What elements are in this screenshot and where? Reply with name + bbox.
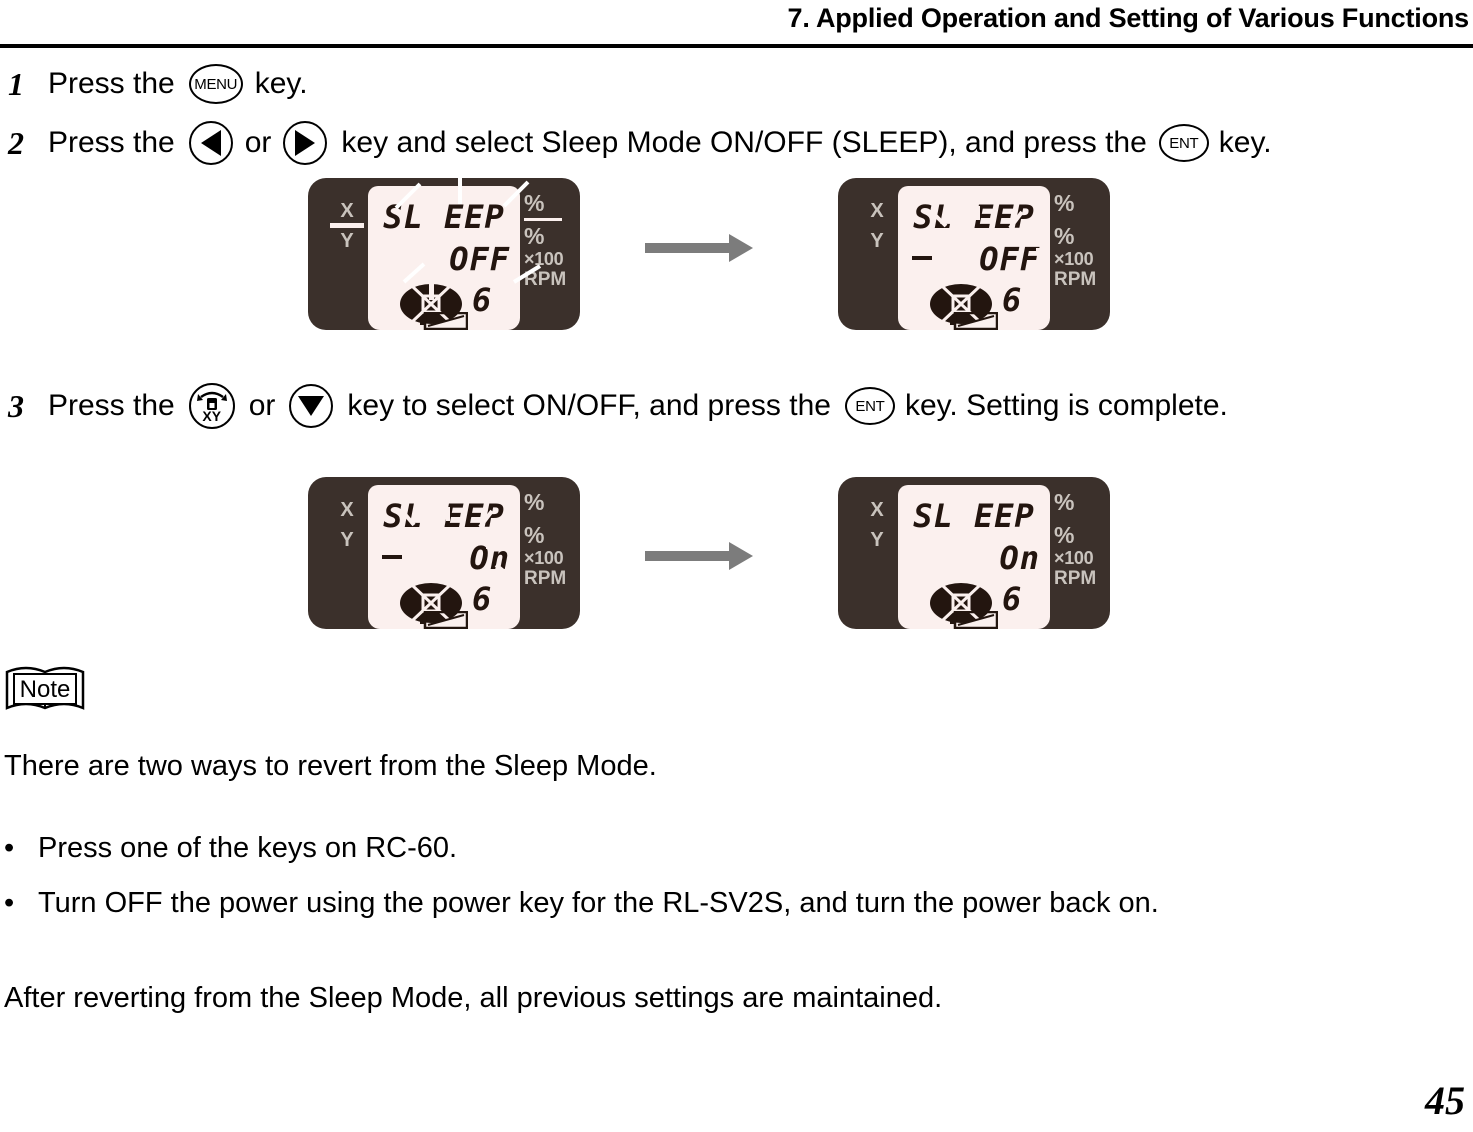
step-2-text-middle: or [244, 126, 272, 159]
xy-key-icon[interactable]: XY [188, 383, 235, 429]
battery-icon [420, 611, 468, 629]
lcd-line1: SL EEP [913, 497, 1035, 535]
note-label: Note [20, 676, 71, 703]
axis-labels: X Y [860, 495, 894, 555]
unit-labels: % % ×100 RPM [524, 489, 580, 589]
xy-key-label: XY [202, 408, 222, 424]
right-arrow-key-icon[interactable] [283, 121, 328, 165]
step-1-text-before: Press the [48, 67, 175, 100]
lcd-speed-value: 6 [1002, 281, 1022, 319]
note-intro-text: There are two ways to revert from the Sl… [4, 750, 657, 782]
step-3-text-middle: or [248, 389, 276, 422]
step-2-text-end: key. [1218, 126, 1272, 159]
page-header: 7. Applied Operation and Setting of Vari… [0, 2, 1473, 48]
x-axis-label: X [870, 499, 884, 521]
percent-top-label: % [1054, 489, 1075, 515]
unit-labels: % % ×100 RPM [1054, 489, 1110, 589]
lcd-line2: On [999, 539, 1040, 577]
percent-bottom-label: % [524, 522, 545, 548]
callout-leader-lines [394, 172, 542, 284]
ent-key-icon[interactable]: ENT [844, 387, 895, 425]
step-3-text-before: Press the [48, 389, 175, 422]
rpm-label: RPM [1054, 568, 1097, 589]
step-3: 3 Press the XY or key to select ON/OFF, … [8, 383, 1228, 429]
display-step2-after: X Y SL EEP OFF 6 % % ×100 RPM [838, 178, 1110, 330]
note-bullet-1: • Press one of the keys on RC-60. [4, 832, 457, 865]
bullet-marker: • [4, 887, 15, 919]
multiplier-label: ×100 [524, 548, 564, 568]
left-arrow-key-icon[interactable] [188, 121, 233, 165]
lcd-screen: SL EEP On 6 [898, 485, 1050, 629]
note-bullet-2: • Turn OFF the power using the power key… [4, 887, 1159, 920]
lcd-minus-sign [912, 256, 932, 260]
page-title: 7. Applied Operation and Setting of Vari… [787, 3, 1470, 33]
y-axis-label: Y [870, 529, 884, 551]
display-step3-after: X Y SL EEP On 6 % % ×100 RPM [838, 477, 1110, 629]
note-bullet-1-text: Press one of the keys on RC-60. [38, 832, 458, 864]
multiplier-label: ×100 [1054, 249, 1094, 269]
unit-labels: % % ×100 RPM [1054, 190, 1110, 290]
percent-bottom-label: % [1054, 522, 1075, 548]
bullet-marker: • [4, 832, 15, 864]
triangle-left-icon [200, 130, 221, 156]
lcd-line1: SL EEP [383, 497, 505, 535]
menu-key-icon[interactable]: MENU [188, 64, 243, 104]
step-2-text: Press the or key and select Sleep Mode O… [48, 121, 1272, 165]
lcd-speed-value: 6 [472, 580, 492, 618]
multiplier-label: ×100 [1054, 548, 1094, 568]
lcd-line1: SL EEP [913, 198, 1035, 236]
page-number: 45 [1425, 1078, 1465, 1123]
step-1: 1 Press the MENU key. [8, 64, 308, 104]
step-3-number: 3 [8, 387, 24, 424]
battery-icon [950, 611, 998, 629]
x-axis-label: X [340, 499, 354, 521]
lcd-screen: SL EEP On 6 [368, 485, 520, 629]
note-closing-text: After reverting from the Sleep Mode, all… [4, 982, 943, 1014]
rpm-label: RPM [1054, 269, 1097, 290]
y-axis-label: Y [340, 529, 354, 551]
header-divider [0, 44, 1473, 48]
flow-arrow-step3 [645, 542, 753, 570]
step-2: 2 Press the or key and select Sleep Mode… [8, 121, 1272, 165]
step-1-number: 1 [8, 65, 24, 102]
note-bullet-2-text: Turn OFF the power using the power key f… [38, 887, 1159, 919]
note-book-icon: Note [5, 666, 85, 710]
lcd-screen: SL EEP OFF 6 [898, 186, 1050, 330]
step-1-text: Press the MENU key. [48, 64, 308, 104]
step-2-text-before: Press the [48, 126, 175, 159]
step-3-text: Press the XY or key to select ON/OFF, an… [48, 383, 1228, 429]
percent-bottom-label: % [1054, 223, 1075, 249]
lcd-minus-sign [382, 555, 402, 559]
step-2-text-after: key and select Sleep Mode ON/OFF (SLEEP)… [341, 126, 1147, 159]
percent-top-label: % [524, 489, 545, 515]
percent-top-label: % [1054, 190, 1075, 216]
battery-icon [950, 312, 998, 330]
y-axis-label: Y [870, 230, 884, 252]
flow-arrow-step2 [645, 234, 753, 262]
triangle-right-icon [295, 130, 316, 156]
triangle-down-icon [298, 396, 325, 416]
axis-labels: X Y [330, 495, 364, 555]
x-axis-label: X [870, 200, 884, 222]
down-arrow-key-icon[interactable] [289, 384, 334, 428]
rpm-label: RPM [524, 568, 567, 589]
display-step3-before: X Y SL EEP On 6 % % ×100 RPM [308, 477, 580, 629]
axis-labels: X Y [860, 196, 894, 256]
display-step2-before: X Y SL EEP OFF 6 % % ×100 RPM [308, 172, 580, 330]
ent-key-icon[interactable]: ENT [1158, 124, 1209, 162]
step-1-text-after: key. [254, 67, 308, 100]
step-2-number: 2 [8, 124, 24, 161]
step-3-text-end: key. Setting is complete. [904, 389, 1228, 422]
step-3-text-after: key to select ON/OFF, and press the [347, 389, 831, 422]
lcd-speed-value: 6 [1002, 580, 1022, 618]
